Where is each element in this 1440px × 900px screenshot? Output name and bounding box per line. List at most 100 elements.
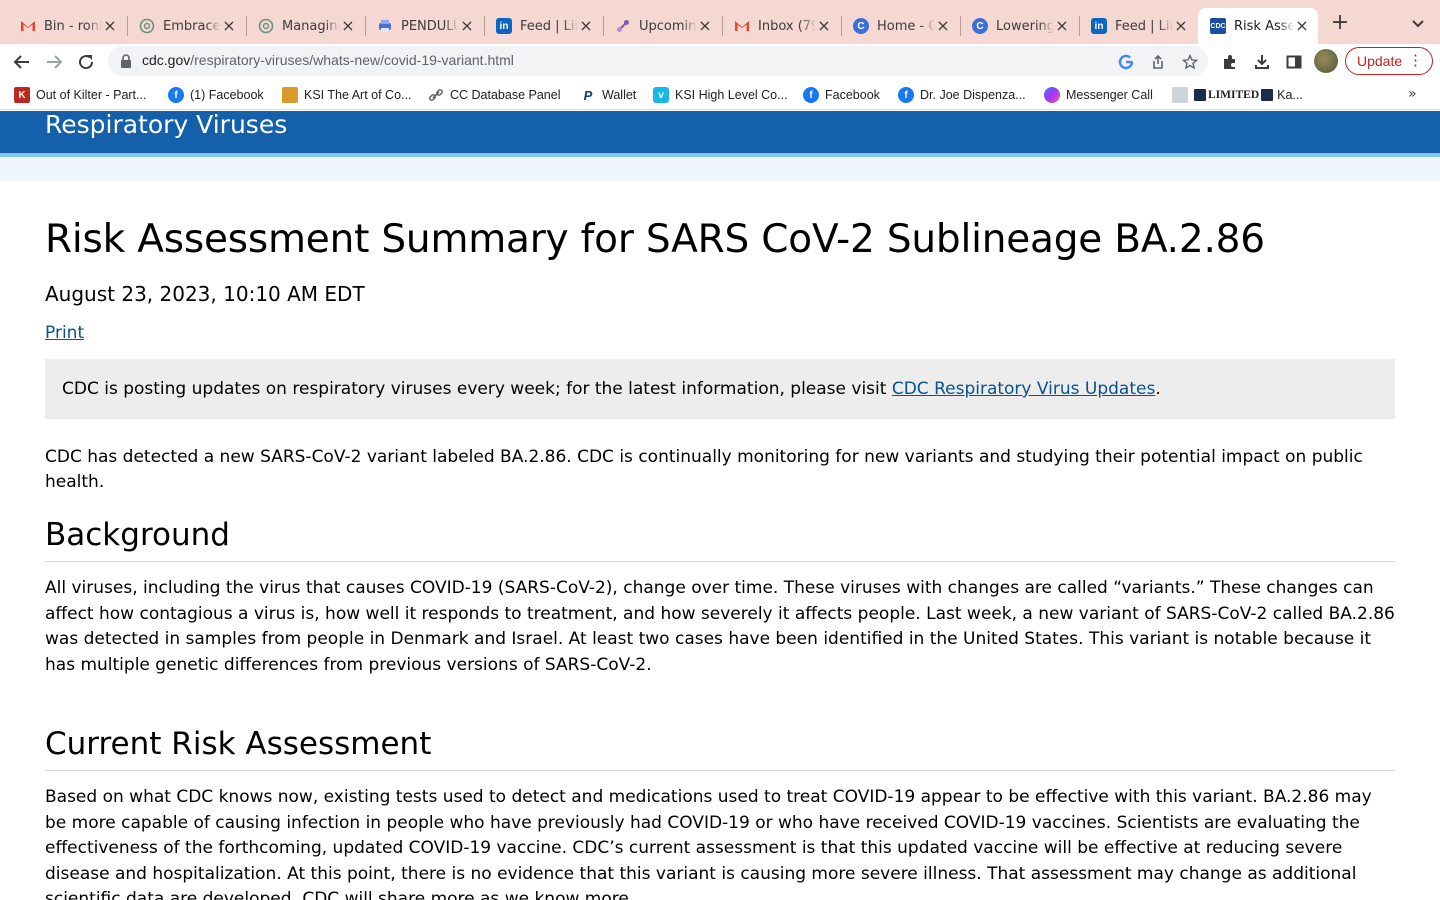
update-label: Update (1357, 53, 1403, 69)
close-icon[interactable]: × (1054, 18, 1070, 34)
tab-title: Feed | Lin (1115, 18, 1173, 34)
close-icon[interactable]: × (1173, 18, 1189, 34)
bookmark-label: (1) Facebook (190, 88, 264, 102)
facebook-icon: f (168, 87, 184, 103)
arrow-right-icon (47, 55, 63, 69)
bookmark-item[interactable]: LIMITED Ka... (1172, 85, 1303, 105)
ksi-icon (282, 87, 298, 103)
browser-tab[interactable]: Inbox (79 × (722, 8, 840, 44)
bookmark-item[interactable]: K Out of Kilter - Part... (14, 85, 146, 105)
ka-icon (1194, 89, 1206, 101)
close-icon[interactable]: × (221, 18, 237, 34)
browser-tab[interactable]: C Home - C × (841, 8, 959, 44)
side-panel-icon[interactable] (1282, 50, 1306, 74)
bookmark-label: LIMITED (1208, 89, 1260, 101)
close-icon[interactable]: × (340, 18, 356, 34)
linkedin-icon: in (1091, 18, 1107, 34)
url-text: cdc.gov/respiratory-viruses/whats-new/co… (142, 52, 514, 68)
lock-icon (121, 54, 131, 68)
respiratory-updates-link[interactable]: CDC Respiratory Virus Updates (892, 379, 1155, 399)
chevron-down-icon (1412, 20, 1424, 28)
share-icon[interactable] (1148, 52, 1168, 72)
close-icon[interactable]: × (578, 18, 594, 34)
browser-tab[interactable]: Bin - ronk × (8, 8, 126, 44)
vimeo-icon: v (653, 87, 669, 103)
chatgpt-icon (139, 18, 155, 34)
page-title: Risk Assessment Summary for SARS CoV-2 S… (45, 217, 1265, 262)
bookmark-item[interactable]: v KSI High Level Co... (653, 85, 788, 105)
back-button[interactable] (8, 48, 36, 76)
tab-title: Home - C (877, 18, 935, 34)
new-tab-button[interactable]: + (1328, 12, 1352, 36)
bookmark-item[interactable]: f (1) Facebook (168, 85, 264, 105)
tab-title: Upcoming (639, 18, 697, 34)
lede-paragraph: CDC has detected a new SARS-CoV-2 varian… (45, 447, 1363, 492)
risk-assessment-paragraph: Based on what CDC knows now, existing te… (45, 787, 1372, 900)
tab-title: PENDULU (401, 18, 459, 34)
link-icon (428, 87, 444, 103)
browser-tab[interactable]: Managing × (246, 8, 364, 44)
browser-tab[interactable]: in Feed | Lin × (1079, 8, 1197, 44)
c-globe-icon: C (972, 18, 988, 34)
bookmark-item[interactable]: KSI The Art of Co... (282, 85, 411, 105)
close-icon[interactable]: × (1294, 18, 1310, 34)
link-icon (615, 18, 631, 34)
close-icon[interactable]: × (102, 18, 118, 34)
url-path: /respiratory-viruses/whats-new/covid-19-… (190, 52, 514, 68)
browser-tab[interactable]: in Feed | Lin × (484, 8, 602, 44)
avatar[interactable] (1314, 49, 1338, 73)
bookmark-item[interactable]: P Wallet (580, 85, 637, 105)
bookmark-star-icon[interactable] (1180, 52, 1200, 72)
bookmark-item[interactable]: Messenger Call (1044, 85, 1153, 105)
site-title[interactable]: Respiratory Viruses (45, 110, 287, 139)
update-callout: CDC is posting updates on respiratory vi… (45, 359, 1395, 419)
google-lens-icon[interactable] (1116, 52, 1136, 72)
extensions-icon[interactable] (1218, 50, 1242, 74)
cdc-icon: CDC (1210, 18, 1226, 34)
close-icon[interactable]: × (935, 18, 951, 34)
download-icon[interactable] (1250, 50, 1274, 74)
risk-assessment-heading: Current Risk Assessment (45, 724, 1395, 771)
close-icon[interactable]: × (697, 18, 713, 34)
browser-toolbar: cdc.gov/respiratory-viruses/whats-new/co… (0, 44, 1440, 80)
site-banner: Respiratory Viruses (0, 110, 1440, 153)
browser-tab[interactable]: C Lowering × (960, 8, 1078, 44)
browser-tab[interactable]: Upcoming × (603, 8, 721, 44)
callout-text: CDC is posting updates on respiratory vi… (62, 379, 892, 399)
limited-icon (1172, 87, 1188, 103)
bookmark-label: KSI The Art of Co... (304, 88, 412, 102)
browser-tab[interactable]: PENDULU × (365, 8, 483, 44)
reload-button[interactable] (72, 48, 100, 76)
tab-title: Feed | Lin (520, 18, 578, 34)
bookmark-label: Wallet (602, 88, 637, 102)
bookmark-item[interactable]: f Dr. Joe Dispenza... (898, 85, 1026, 105)
forward-button[interactable] (40, 48, 68, 76)
bookmarks-overflow-icon[interactable]: » (1408, 86, 1417, 102)
bookmark-label: Out of Kilter - Part... (36, 88, 147, 102)
facebook-icon: f (898, 87, 914, 103)
printer-icon (377, 18, 393, 34)
linkedin-icon: in (496, 18, 512, 34)
print-link[interactable]: Print (45, 323, 84, 343)
tab-title: Lowering (996, 18, 1054, 34)
bookmark-item[interactable]: CC Database Panel (428, 85, 560, 105)
close-icon[interactable]: × (816, 18, 832, 34)
tab-search-button[interactable] (1406, 14, 1430, 34)
update-button[interactable]: Update ⋮ (1345, 47, 1433, 75)
bookmark-label: Dr. Joe Dispenza... (920, 88, 1026, 102)
browser-tab-active[interactable]: CDC Risk Asse × (1198, 8, 1318, 44)
article: Risk Assessment Summary for SARS CoV-2 S… (45, 215, 1395, 900)
tab-title: Managing (282, 18, 340, 34)
bookmarks-bar: K Out of Kilter - Part... f (1) Facebook… (0, 80, 1440, 110)
c-globe-icon: C (853, 18, 869, 34)
chatgpt-icon (258, 18, 274, 34)
close-icon[interactable]: × (459, 18, 475, 34)
ka-icon (1261, 89, 1274, 101)
background-heading: Background (45, 515, 1395, 562)
bookmark-item[interactable]: f Facebook (803, 85, 880, 105)
arrow-left-icon (13, 55, 29, 69)
more-vert-icon: ⋮ (1408, 52, 1423, 69)
tab-strip: Bin - ronk × Embrace I × Managing × PEND… (0, 0, 1440, 44)
address-bar[interactable]: cdc.gov/respiratory-viruses/whats-new/co… (108, 46, 1208, 76)
browser-tab[interactable]: Embrace I × (127, 8, 245, 44)
